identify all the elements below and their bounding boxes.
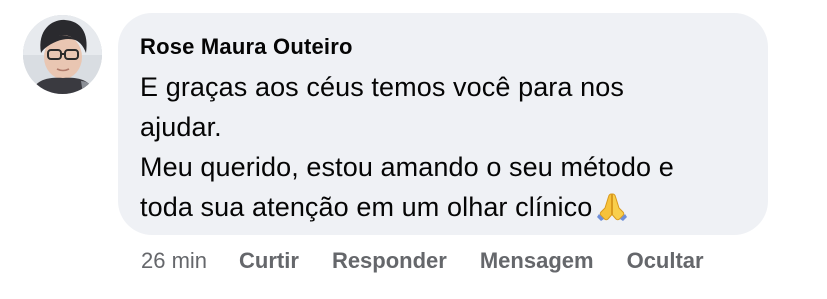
like-button[interactable]: Curtir: [239, 248, 299, 274]
comment-text: E graças aos céus temos você para nos aj…: [140, 67, 744, 233]
comment-line-last: toda sua atenção em um olhar clínico: [140, 187, 744, 233]
comment-line: E graças aos céus temos você para nos: [140, 72, 624, 102]
hide-button[interactable]: Ocultar: [627, 248, 704, 274]
comment-line: toda sua atenção em um olhar clínico: [140, 192, 593, 222]
folded-hands-icon: [596, 190, 628, 233]
comment-line: ajudar.: [140, 112, 222, 142]
comment-author[interactable]: Rose Maura Outeiro: [140, 33, 744, 61]
reply-button[interactable]: Responder: [332, 248, 447, 274]
message-button[interactable]: Mensagem: [480, 248, 594, 274]
comment-actions: 26 min Curtir Responder Mensagem Ocultar: [141, 246, 704, 276]
comment-bubble: Rose Maura Outeiro E graças aos céus tem…: [118, 13, 768, 235]
comment: Rose Maura Outeiro E graças aos céus tem…: [0, 0, 827, 299]
comment-timestamp[interactable]: 26 min: [141, 248, 207, 274]
comment-line: Meu querido, estou amando o seu método e: [140, 152, 674, 182]
profile-photo-icon: [23, 15, 102, 94]
avatar[interactable]: [23, 15, 102, 94]
